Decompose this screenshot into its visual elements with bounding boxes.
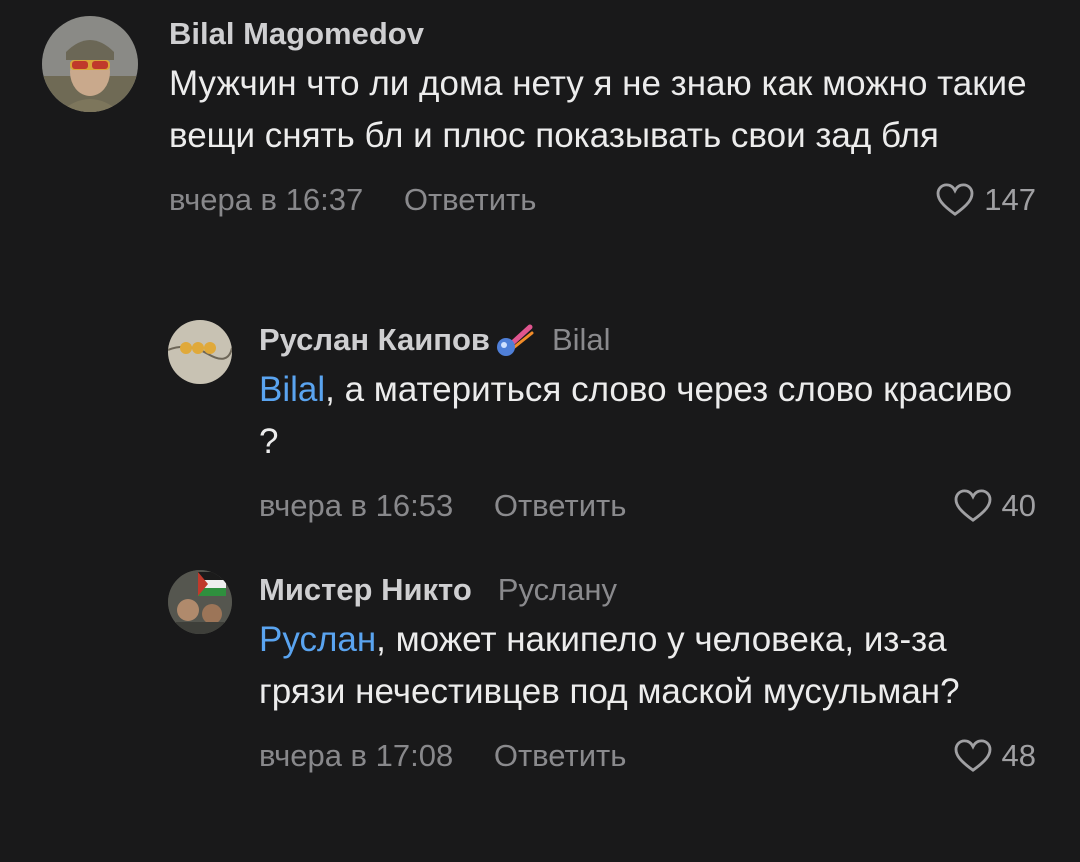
reply-button[interactable]: Ответить (494, 486, 627, 526)
like-count: 48 (1001, 738, 1036, 773)
comment-meta: вчера в 16:37 Ответить 147 (169, 180, 1036, 220)
comment-body: Мистер Никто Руслану Руслан, может накип… (259, 570, 1036, 776)
comment-text: Bilal, а материться слово через слово кр… (259, 364, 1036, 468)
heart-icon (954, 739, 991, 772)
heart-icon (936, 183, 974, 216)
like-count: 147 (984, 182, 1036, 217)
author-name[interactable]: Руслан Каипов (259, 320, 490, 360)
author-name[interactable]: Bilal Magomedov (169, 14, 424, 54)
timestamp: вчера в 17:08 (259, 738, 454, 773)
reply-to-name[interactable]: Руслану (498, 570, 617, 610)
comment-meta: вчера в 17:08 Ответить 48 (259, 736, 1036, 776)
avatar[interactable] (168, 320, 232, 384)
reply-button[interactable]: Ответить (494, 736, 627, 776)
like-count: 40 (1001, 488, 1036, 523)
comment-message: Мужчин что ли дома нету я не знаю как мо… (169, 64, 1027, 155)
mention-link[interactable]: Руслан (259, 620, 376, 659)
comment-text: Руслан, может накипело у человека, из-за… (259, 614, 1036, 718)
avatar[interactable] (42, 16, 138, 112)
like-button[interactable]: 40 (954, 486, 1036, 526)
like-button[interactable]: 147 (936, 180, 1036, 220)
author-line: Руслан Каипов Bilal (259, 320, 1036, 360)
timestamp: вчера в 16:53 (259, 488, 454, 523)
author-name[interactable]: Мистер Никто (259, 570, 472, 610)
comment-text: Мужчин что ли дома нету я не знаю как мо… (169, 58, 1036, 162)
reply-to-name[interactable]: Bilal (552, 320, 611, 360)
mention-link[interactable]: Bilal (259, 370, 325, 409)
avatar-image (168, 570, 232, 634)
comet-emoji-icon (494, 323, 534, 357)
comment-message: , а материться слово через слово красиво… (259, 370, 1013, 461)
avatar[interactable] (168, 570, 232, 634)
comment-meta: вчера в 16:53 Ответить 40 (259, 486, 1036, 526)
timestamp: вчера в 16:37 (169, 182, 364, 217)
author-line: Bilal Magomedov (169, 14, 1036, 54)
comment-body: Руслан Каипов Bilal Bilal, а материться … (259, 320, 1036, 526)
author-line: Мистер Никто Руслану (259, 570, 1036, 610)
avatar-image (168, 320, 232, 384)
heart-icon (954, 489, 991, 522)
avatar-image (42, 16, 138, 112)
comment-body: Bilal Magomedov Мужчин что ли дома нету … (169, 14, 1036, 220)
reply-button[interactable]: Ответить (404, 180, 537, 220)
like-button[interactable]: 48 (954, 736, 1036, 776)
